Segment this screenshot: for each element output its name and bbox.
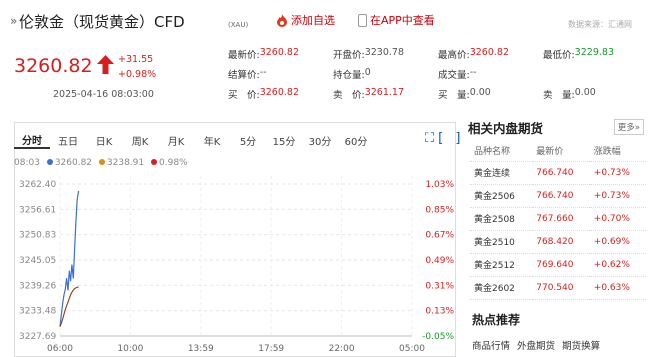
x-tick-label: 06:00 <box>47 344 73 354</box>
related-futures-header: 相关内盘期货 更多» <box>468 116 644 138</box>
hot-link[interactable]: 期货换算 <box>562 341 600 352</box>
hot-links: 商品行情 外盘期货 期货换算 <box>472 338 604 352</box>
future-change: +0.69% <box>589 230 646 254</box>
table-row[interactable]: 黄金2510 768.420 +0.69% <box>470 230 646 254</box>
future-name[interactable]: 黄金2508 <box>470 207 533 231</box>
future-change: +0.70% <box>589 207 646 231</box>
col-name: 品种名称 <box>470 141 533 162</box>
future-name[interactable]: 黄金2512 <box>470 253 533 277</box>
y-tick-label: 3227.69 <box>19 332 56 342</box>
hot-link[interactable]: 商品行情 <box>472 341 510 352</box>
future-price: 766.740 <box>532 161 590 185</box>
x-tick-label: 17:59 <box>258 344 284 354</box>
future-change: +0.73% <box>589 184 646 208</box>
pct-tick-label: -0.05% <box>422 332 454 342</box>
future-price: 767.660 <box>532 207 590 231</box>
table-row[interactable]: 黄金2506 766.740 +0.73% <box>470 184 646 208</box>
future-price: 768.420 <box>532 230 590 254</box>
table-header: 品种名称 最新价 涨跌幅 <box>470 141 646 162</box>
x-tick-label: 13:59 <box>188 344 214 354</box>
future-price: 770.540 <box>532 276 590 300</box>
x-tick-label: 05:00 <box>399 344 425 354</box>
table-row[interactable]: 黄金2602 770.540 +0.63% <box>470 276 646 300</box>
futures-table: 品种名称 最新价 涨跌幅 黄金连续 766.740 +0.73% 黄金2506 766… <box>470 141 646 300</box>
y-tick-label: 3262.40 <box>19 180 56 190</box>
pct-tick-label: 0.85% <box>425 205 454 215</box>
table-row[interactable]: 黄金2512 769.640 +0.62% <box>470 253 646 277</box>
x-tick-label: 10:00 <box>117 344 143 354</box>
table-row[interactable]: 黄金2508 767.660 +0.70% <box>470 207 646 231</box>
y-tick-label: 3256.61 <box>19 205 56 215</box>
pct-tick-label: 1.03% <box>425 180 454 190</box>
y-tick-label: 3233.48 <box>19 307 56 317</box>
future-change: +0.63% <box>589 276 646 300</box>
pct-tick-label: 0.67% <box>425 231 454 241</box>
more-button[interactable]: 更多» <box>613 119 644 135</box>
col-price: 最新价 <box>532 141 590 162</box>
y-tick-label: 3250.83 <box>19 231 56 241</box>
future-price: 769.640 <box>532 253 590 277</box>
table-row[interactable]: 黄金连续 766.740 +0.73% <box>470 161 646 185</box>
series-line <box>59 190 80 327</box>
future-name[interactable]: 黄金2602 <box>470 276 533 300</box>
x-tick-label: 22:00 <box>329 344 355 354</box>
future-name[interactable]: 黄金2510 <box>470 230 533 254</box>
y-tick-label: 3245.05 <box>19 256 56 266</box>
future-name[interactable]: 黄金连续 <box>470 161 533 185</box>
future-name[interactable]: 黄金2506 <box>470 184 533 208</box>
hot-link[interactable]: 外盘期货 <box>517 341 555 352</box>
y-tick-label: 3239.26 <box>19 281 56 291</box>
pct-tick-label: 0.49% <box>425 256 454 266</box>
hot-recommend-title: 热点推荐 <box>472 313 521 327</box>
future-change: +0.73% <box>589 161 646 185</box>
future-price: 766.740 <box>532 184 590 208</box>
pct-tick-label: 0.31% <box>425 281 454 291</box>
pct-tick-label: 0.13% <box>425 307 454 317</box>
col-change: 涨跌幅 <box>589 141 646 162</box>
related-futures-title: 相关内盘期货 <box>468 120 544 136</box>
future-change: +0.62% <box>589 253 646 277</box>
